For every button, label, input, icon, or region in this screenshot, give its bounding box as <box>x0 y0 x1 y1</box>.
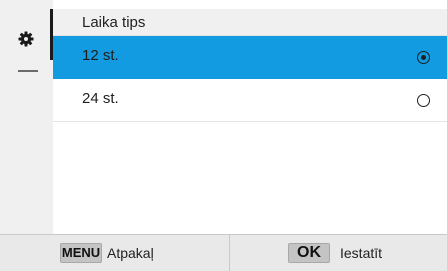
option-12h[interactable]: 12 st. <box>53 36 447 79</box>
radio-unselected-icon[interactable] <box>417 94 430 107</box>
options-list: 12 st. 24 st. <box>53 36 447 234</box>
gear-icon <box>18 31 34 47</box>
radio-selected-icon[interactable] <box>417 51 430 64</box>
set-button-label[interactable]: Iestatīt <box>340 245 382 261</box>
footer-bar: MENU Atpakaļ OK Iestatīt <box>0 234 447 271</box>
option-label: 12 st. <box>82 47 119 64</box>
option-label: 24 st. <box>82 90 119 107</box>
ok-key-icon[interactable]: OK <box>288 243 330 263</box>
back-button-label[interactable]: Atpakaļ <box>107 245 154 261</box>
radio-dot <box>420 54 426 60</box>
sidebar-tab-other[interactable] <box>18 70 38 72</box>
option-24h[interactable]: 24 st. <box>53 79 447 122</box>
sidebar <box>0 0 53 234</box>
menu-header: Laika tips <box>53 9 447 36</box>
sidebar-tab-settings[interactable] <box>0 9 53 60</box>
footer-divider <box>229 235 230 271</box>
time-format-screen: Laika tips 12 st. 24 st. MENU Atpakaļ OK… <box>0 0 447 271</box>
menu-key-icon[interactable]: MENU <box>60 243 102 263</box>
page-title: Laika tips <box>82 14 146 31</box>
